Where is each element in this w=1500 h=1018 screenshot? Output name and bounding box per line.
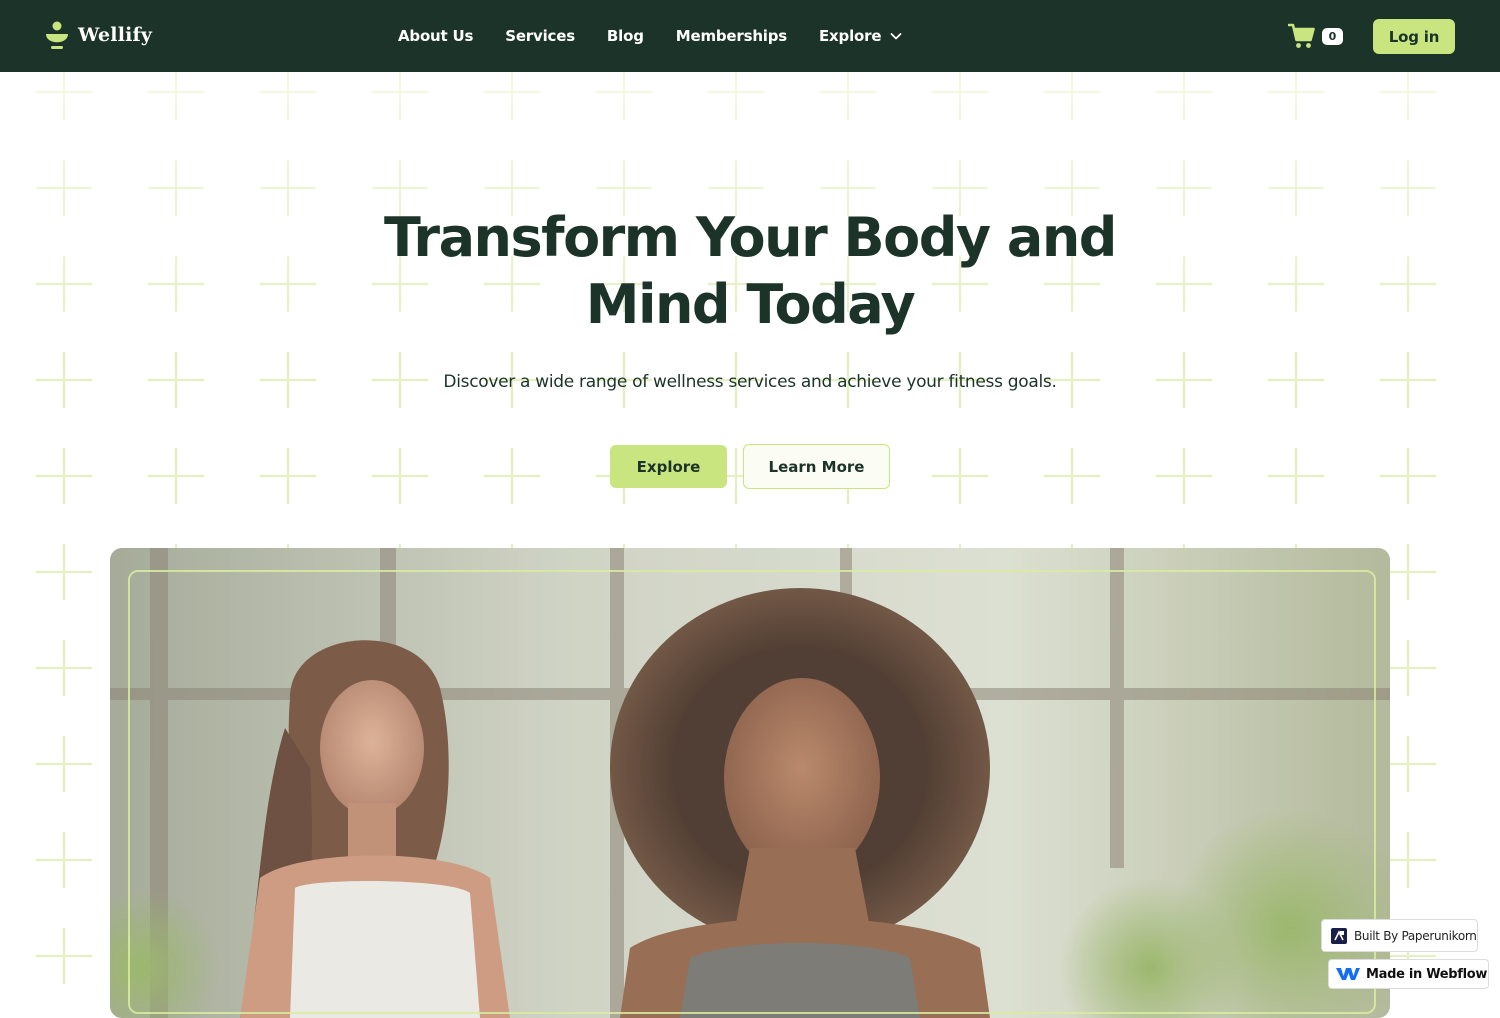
paperunikorn-logo-icon (1331, 927, 1347, 944)
hero-subtitle: Discover a wide range of wellness servic… (443, 372, 1057, 392)
hero-explore-button[interactable]: Explore (610, 445, 727, 488)
made-in-webflow-badge[interactable]: Made in Webflow (1328, 959, 1489, 989)
hero-image-two-women-meditating (110, 548, 1390, 1018)
cart-button[interactable]: 0 (1288, 22, 1343, 50)
brand-home-link[interactable]: Wellify (44, 18, 152, 52)
made-in-webflow-label: Made in Webflow (1366, 966, 1488, 982)
brand-name: Wellify (78, 24, 153, 46)
login-button[interactable]: Log in (1373, 19, 1455, 54)
cart-icon (1288, 23, 1315, 48)
hero-learn-more-button[interactable]: Learn More (743, 444, 890, 489)
cart-count-badge: 0 (1322, 27, 1343, 45)
nav-link-blog[interactable]: Blog (607, 27, 644, 45)
nav-explore-dropdown[interactable]: Explore (819, 27, 903, 45)
wellify-logo-icon (46, 21, 68, 49)
chevron-down-icon (890, 33, 902, 40)
built-by-badge[interactable]: Built By Paperunikorn (1321, 919, 1478, 952)
webflow-logo-icon (1336, 968, 1360, 980)
main-nav: About Us Services Blog Memberships Explo… (398, 25, 935, 47)
top-navbar: Wellify About Us Services Blog Membershi… (0, 0, 1500, 72)
nav-link-services[interactable]: Services (505, 27, 575, 45)
built-by-label: Built By Paperunikorn (1354, 928, 1477, 943)
nav-explore-label: Explore (819, 27, 882, 45)
nav-link-about-us[interactable]: About Us (398, 27, 473, 45)
hero-title: Transform Your Body and Mind Today (384, 206, 1117, 336)
nav-link-memberships[interactable]: Memberships (676, 27, 787, 45)
